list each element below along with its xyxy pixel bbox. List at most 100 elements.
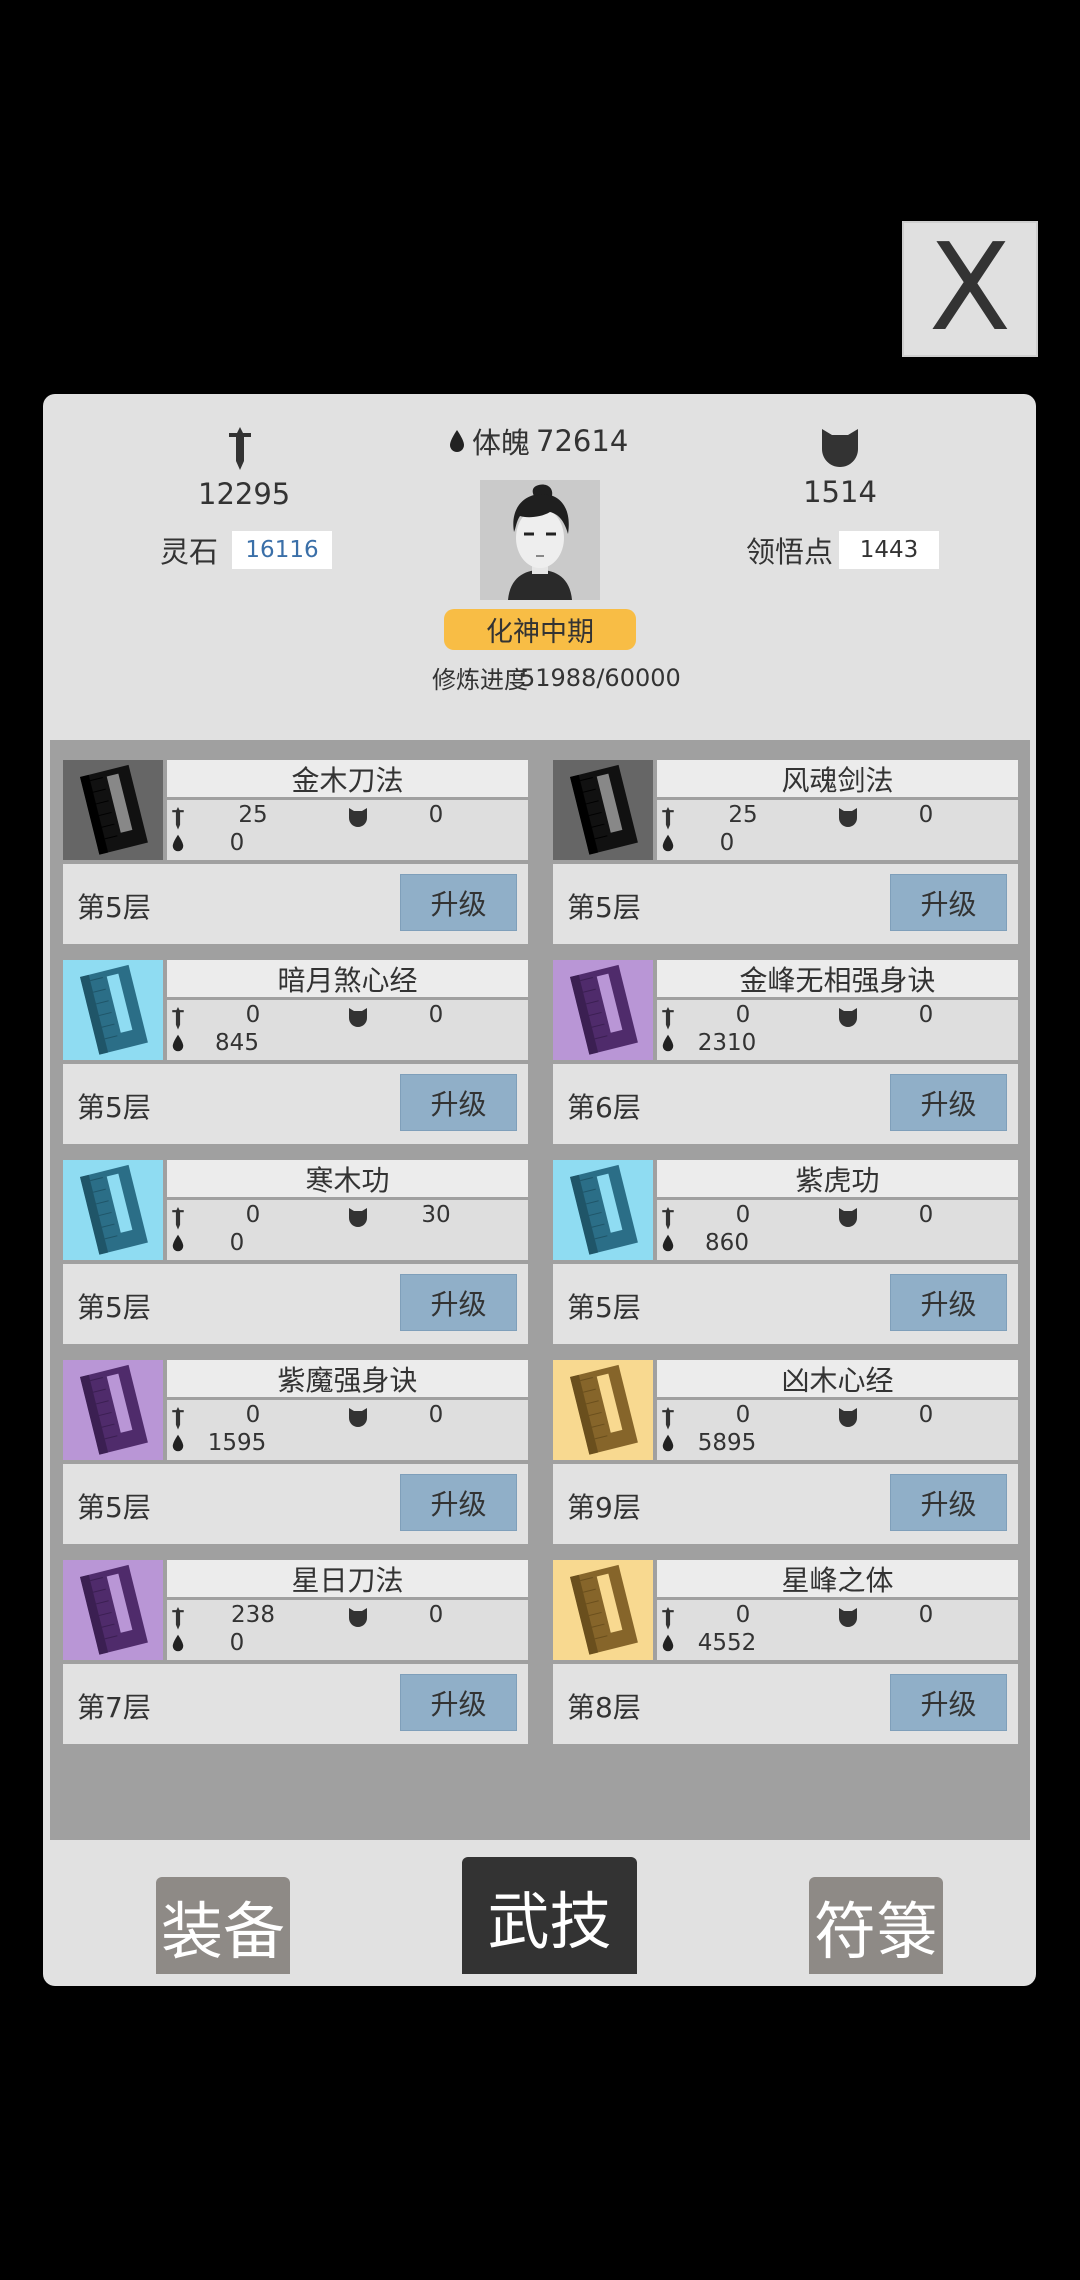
skill-book-icon: [63, 1560, 163, 1660]
skill-stats: 0 0 5895: [657, 1400, 1018, 1460]
skill-footer: 第8层 升级: [553, 1664, 1018, 1744]
close-button[interactable]: X: [902, 221, 1038, 357]
upgrade-button[interactable]: 升级: [890, 1074, 1007, 1131]
skill-footer: 第6层 升级: [553, 1064, 1018, 1144]
skill-footer: 第5层 升级: [63, 1064, 528, 1144]
skill-card: 暗月煞心经 0 0 845 第5层 升级: [63, 960, 528, 1144]
skill-book-icon: [553, 1560, 653, 1660]
skill-name: 风魂剑法: [657, 760, 1018, 797]
sword-icon: [172, 1007, 184, 1030]
skill-physique: 860: [705, 1230, 749, 1256]
skill-attack: 0: [245, 1202, 261, 1228]
upgrade-button[interactable]: 升级: [400, 874, 517, 931]
progress-label: 修炼进度: [432, 666, 528, 694]
beast-armor-icon: [349, 1408, 367, 1427]
spirit-stone-label: 灵石: [160, 535, 219, 569]
skill-physique: 0: [229, 1230, 245, 1256]
beast-armor-icon: [349, 1608, 367, 1627]
skill-card: 星峰之体 0 0 4552 第8层 升级: [553, 1560, 1018, 1744]
insight-label: 领悟点: [746, 535, 834, 569]
upgrade-button[interactable]: 升级: [890, 1674, 1007, 1731]
upgrade-button[interactable]: 升级: [890, 1274, 1007, 1331]
skill-name: 凶木心经: [657, 1360, 1018, 1397]
skill-name: 金木刀法: [167, 760, 528, 797]
skill-name: 金峰无相强身诀: [657, 960, 1018, 997]
skill-name: 星峰之体: [657, 1560, 1018, 1597]
skill-book-icon: [553, 960, 653, 1060]
skill-physique: 2310: [697, 1030, 757, 1056]
skill-defense: 30: [421, 1202, 451, 1228]
skill-attack: 0: [735, 1602, 751, 1628]
tab-talismans[interactable]: 符箓: [809, 1877, 943, 1974]
skill-name: 紫虎功: [657, 1160, 1018, 1197]
skill-footer: 第9层 升级: [553, 1464, 1018, 1544]
skill-layer: 第9层: [567, 1491, 641, 1524]
skill-book-icon: [553, 760, 653, 860]
skill-attack: 0: [245, 1402, 261, 1428]
cultivation-progress: 修炼进度 51988/60000: [432, 660, 681, 695]
skill-layer: 第7层: [77, 1691, 151, 1724]
skill-stats: 0 0 845: [167, 1000, 528, 1060]
skill-footer: 第7层 升级: [63, 1664, 528, 1744]
skill-stats: 0 0 1595: [167, 1400, 528, 1460]
skill-physique: 5895: [697, 1430, 757, 1456]
defense-stat: 1514: [800, 425, 880, 509]
sword-icon: [172, 1407, 184, 1430]
skill-stats: 25 0 0: [657, 800, 1018, 860]
upgrade-button[interactable]: 升级: [890, 1474, 1007, 1531]
tab-martial-skills[interactable]: 武技: [462, 1857, 637, 1974]
progress-value: 51988/60000: [520, 664, 681, 692]
upgrade-button[interactable]: 升级: [890, 874, 1007, 931]
beast-armor-icon: [822, 429, 858, 467]
skill-card: 紫魔强身诀 0 0 1595 第5层 升级: [63, 1360, 528, 1544]
upgrade-button[interactable]: 升级: [400, 1674, 517, 1731]
skill-defense: 0: [918, 1602, 934, 1628]
skill-defense: 0: [428, 802, 444, 828]
skill-stats: 25 0 0: [167, 800, 528, 860]
skill-layer: 第5层: [567, 891, 641, 924]
sword-icon: [229, 427, 251, 470]
skill-layer: 第5层: [77, 1091, 151, 1124]
skill-defense: 0: [918, 1402, 934, 1428]
upgrade-button[interactable]: 升级: [400, 1074, 517, 1131]
sword-icon: [172, 1607, 184, 1630]
beast-armor-icon: [349, 808, 367, 827]
skill-attack: 238: [231, 1602, 275, 1628]
skill-physique: 4552: [697, 1630, 757, 1656]
beast-armor-icon: [349, 1008, 367, 1027]
skill-attack: 25: [238, 802, 268, 828]
realm-badge: 化神中期: [444, 609, 636, 650]
avatar[interactable]: [480, 480, 600, 600]
blood-drop-icon: [662, 1434, 674, 1452]
skill-footer: 第5层 升级: [63, 1464, 528, 1544]
sword-icon: [172, 1207, 184, 1230]
skill-attack: 25: [728, 802, 758, 828]
skill-defense: 0: [918, 1202, 934, 1228]
upgrade-button[interactable]: 升级: [400, 1274, 517, 1331]
skill-book-icon: [553, 1360, 653, 1460]
spirit-stone-value: 16116: [232, 531, 333, 569]
skill-layer: 第5层: [77, 1491, 151, 1524]
skill-attack: 0: [245, 1002, 261, 1028]
skill-name: 紫魔强身诀: [167, 1360, 528, 1397]
sword-icon: [662, 1007, 674, 1030]
sword-icon: [662, 1407, 674, 1430]
skill-stats: 0 0 4552: [657, 1600, 1018, 1660]
beast-armor-icon: [839, 1608, 857, 1627]
blood-drop-icon: [662, 1234, 674, 1252]
beast-armor-icon: [839, 1008, 857, 1027]
sword-icon: [662, 807, 674, 830]
upgrade-button[interactable]: 升级: [400, 1474, 517, 1531]
blood-drop-icon: [172, 1234, 184, 1252]
skill-name: 暗月煞心经: [167, 960, 528, 997]
physique-stat: 体魄 72614: [448, 420, 628, 462]
sword-icon: [662, 1607, 674, 1630]
sword-icon: [172, 807, 184, 830]
tab-equipment[interactable]: 装备: [156, 1877, 290, 1974]
skill-book-icon: [63, 1360, 163, 1460]
insight-row: 领悟点 1443: [746, 529, 940, 571]
skill-footer: 第5层 升级: [63, 864, 528, 944]
skill-card: 寒木功 0 30 0 第5层 升级: [63, 1160, 528, 1344]
beast-armor-icon: [839, 1408, 857, 1427]
skill-physique: 0: [229, 830, 245, 856]
